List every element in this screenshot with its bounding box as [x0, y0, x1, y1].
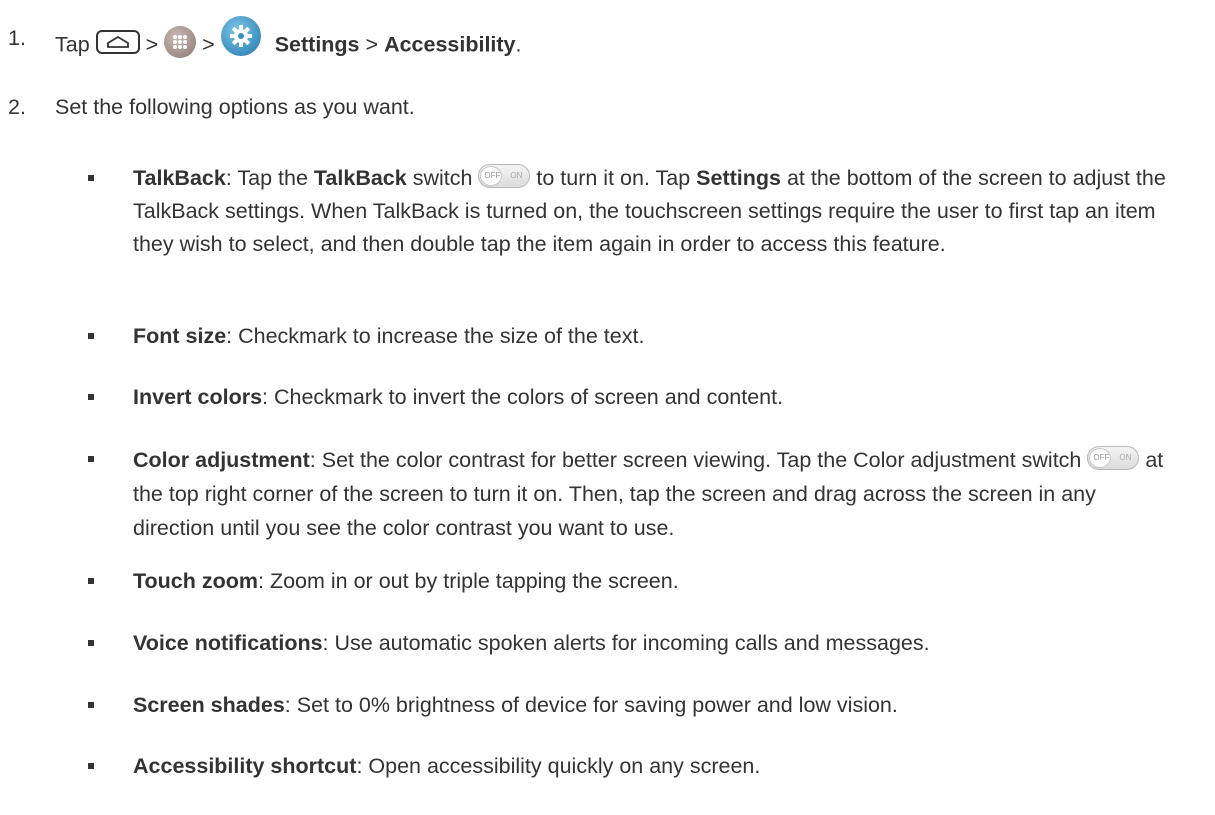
step-1-text: Tap > > Settings > Accessibility.	[55, 16, 522, 66]
instruction-page: 1. Tap > > Settings > Accessibility. 2. …	[0, 0, 1215, 815]
option-term: Screen shades	[133, 693, 285, 717]
option-term: Color adjustment	[133, 448, 310, 472]
settings-gear-icon	[220, 16, 261, 56]
option-term: TalkBack	[313, 166, 407, 190]
separator: >	[365, 32, 379, 57]
bullet-icon	[88, 640, 94, 646]
toggle-switch-icon: OFF ON	[1087, 446, 1140, 471]
text-run: : Set to 0% brightness of device for sav…	[284, 693, 898, 717]
option-term: Touch zoom	[133, 569, 259, 593]
invert-colors-description: Invert colors: Checkmark to invert the c…	[133, 381, 1173, 414]
option-term: Font size	[133, 324, 227, 348]
bullet-icon	[88, 175, 94, 181]
toggle-switch-icon: OFF ON	[478, 164, 531, 189]
text-run: : Tap the	[225, 166, 314, 190]
period: .	[515, 32, 522, 57]
settings-term: Settings	[696, 166, 781, 190]
talkback-description: TalkBack: Tap the TalkBack switch OFF ON …	[133, 162, 1173, 261]
bullet-icon	[88, 333, 94, 339]
option-term: TalkBack	[133, 166, 226, 190]
option-term: Voice notifications	[133, 631, 323, 655]
bullet-icon	[88, 456, 94, 462]
step-number: 1.	[8, 26, 26, 50]
touch-zoom-description: Touch zoom: Zoom in or out by triple tap…	[133, 565, 1173, 598]
toggle-off-label: OFF	[484, 171, 501, 181]
apps-icon	[164, 26, 197, 58]
home-icon	[95, 30, 140, 54]
screen-shades-description: Screen shades: Set to 0% brightness of d…	[133, 689, 1173, 722]
separator: >	[202, 32, 215, 57]
voice-notifications-description: Voice notifications: Use automatic spoke…	[133, 627, 1173, 660]
bullet-icon	[88, 763, 94, 769]
text-run: : Checkmark to increase the size of the …	[226, 324, 645, 348]
accessibility-label: Accessibility	[384, 32, 516, 57]
option-term: Invert colors	[133, 385, 263, 409]
step-2-text: Set the following options as you want.	[55, 95, 415, 119]
color-adjustment-description: Color adjustment: Set the color contrast…	[133, 443, 1173, 545]
font-size-description: Font size: Checkmark to increase the siz…	[133, 320, 1173, 353]
text-run: : Set the color contrast for better scre…	[309, 448, 1088, 472]
text-run: : Checkmark to invert the colors of scre…	[262, 385, 784, 409]
bullet-icon	[88, 578, 94, 584]
toggle-on-label: ON	[1119, 453, 1132, 463]
toggle-off-label: OFF	[1093, 453, 1110, 463]
bullet-icon	[88, 394, 94, 400]
text-run: : Zoom in or out by triple tapping the s…	[258, 569, 679, 593]
bullet-icon	[88, 702, 94, 708]
settings-label: Settings	[274, 32, 360, 57]
accessibility-shortcut-description: Accessibility shortcut: Open accessibili…	[133, 750, 1173, 783]
tap-word: Tap	[55, 32, 90, 57]
option-term: Accessibility shortcut	[133, 754, 357, 778]
text-run: switch	[406, 166, 479, 190]
step-number: 2.	[8, 95, 26, 119]
text-run: : Open accessibility quickly on any scre…	[356, 754, 761, 778]
text-run: to turn it on. Tap	[530, 166, 697, 190]
text-run: : Use automatic spoken alerts for incomi…	[322, 631, 930, 655]
separator: >	[145, 32, 159, 57]
toggle-on-label: ON	[510, 171, 523, 181]
